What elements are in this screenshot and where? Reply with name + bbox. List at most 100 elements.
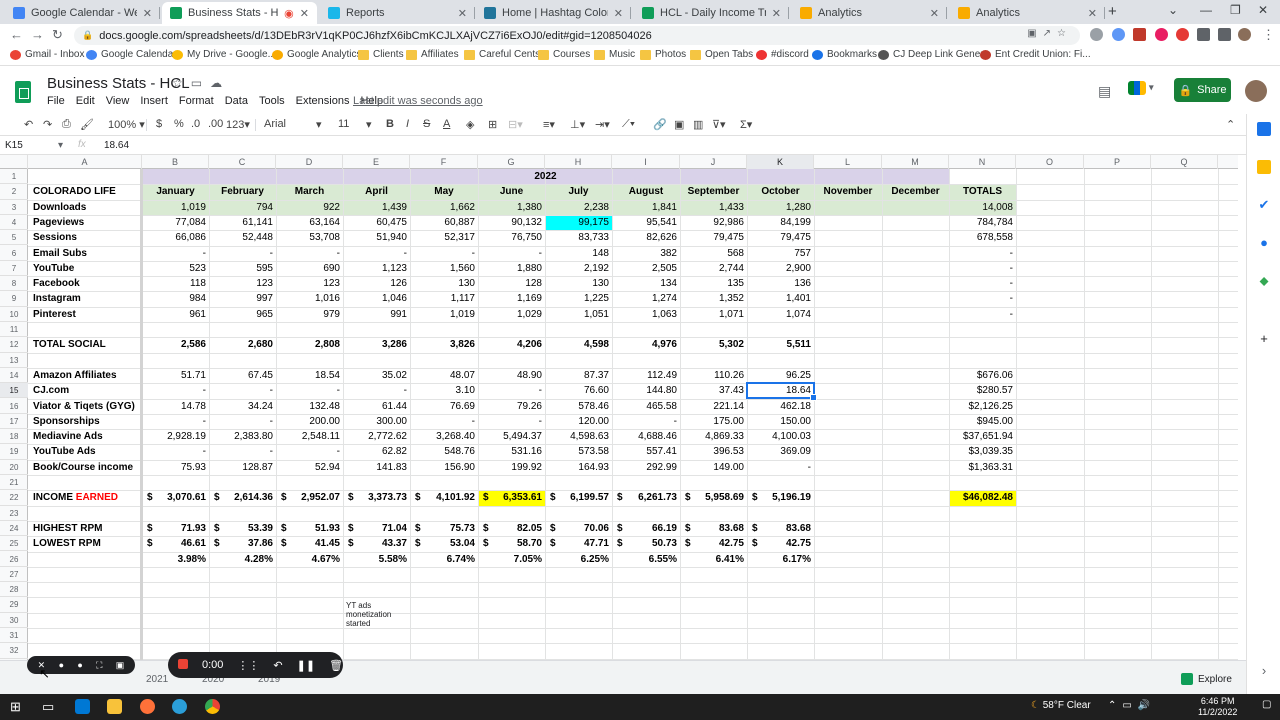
data-cell[interactable]: 4,206 bbox=[478, 337, 545, 352]
grid-icon[interactable]: ⋮⋮ bbox=[237, 659, 259, 672]
data-cell[interactable]: 4,100.03 bbox=[747, 429, 814, 444]
browser-tab[interactable]: Reports ✕ bbox=[320, 2, 475, 24]
functions-icon[interactable]: Σ▾ bbox=[740, 118, 752, 131]
print-icon[interactable]: ⎙ bbox=[62, 118, 71, 131]
text-wrapping-icon[interactable]: ⇥▾ bbox=[595, 118, 610, 131]
firefox-icon[interactable] bbox=[140, 699, 155, 714]
month-header[interactable]: May bbox=[410, 184, 478, 199]
data-cell[interactable]: 997 bbox=[209, 291, 276, 306]
month-header[interactable]: August bbox=[612, 184, 680, 199]
data-cell[interactable]: 4,598 bbox=[545, 337, 612, 352]
decrease-decimal-button[interactable]: .0 bbox=[191, 118, 200, 130]
data-cell[interactable]: 61,141 bbox=[209, 215, 276, 230]
data-cell[interactable]: 4.28% bbox=[209, 552, 276, 567]
data-cell[interactable]: $51.93 bbox=[276, 521, 343, 536]
row-label[interactable]: YouTube Ads bbox=[30, 444, 99, 459]
column-header[interactable]: B bbox=[142, 155, 209, 169]
data-cell[interactable]: 52.94 bbox=[276, 460, 343, 475]
menu-view[interactable]: View bbox=[106, 95, 130, 107]
data-cell[interactable]: 52,448 bbox=[209, 230, 276, 245]
row-label[interactable]: HIGHEST RPM bbox=[30, 521, 105, 536]
data-cell[interactable]: - bbox=[410, 246, 478, 261]
data-cell[interactable]: 2,680 bbox=[209, 337, 276, 352]
text-rotation-icon[interactable]: ⟋▾ bbox=[622, 118, 635, 131]
data-cell[interactable]: 965 bbox=[209, 307, 276, 322]
year-header[interactable]: 2022 bbox=[142, 169, 949, 184]
strikethrough-button[interactable]: S bbox=[423, 118, 430, 130]
data-cell[interactable]: - bbox=[478, 383, 545, 398]
data-cell[interactable]: 1,071 bbox=[680, 307, 747, 322]
chrome-icon[interactable] bbox=[205, 699, 220, 714]
profile-avatar[interactable] bbox=[1238, 28, 1251, 41]
data-cell[interactable]: - bbox=[276, 246, 343, 261]
row-header[interactable]: 3 bbox=[0, 200, 28, 215]
collapse-toolbar-icon[interactable]: ⌃ bbox=[1226, 118, 1235, 131]
data-cell[interactable]: 382 bbox=[612, 246, 680, 261]
data-cell[interactable]: $6,261.73 bbox=[612, 490, 680, 505]
data-cell[interactable]: - bbox=[343, 383, 410, 398]
extension-icon[interactable] bbox=[1133, 28, 1146, 41]
data-cell[interactable]: $42.75 bbox=[747, 536, 814, 551]
font-dropdown-icon[interactable]: ▾ bbox=[316, 118, 322, 131]
bookmark-item[interactable]: CJ Deep Link Gener... bbox=[878, 49, 991, 60]
data-cell[interactable]: $82.05 bbox=[478, 521, 545, 536]
row-label[interactable]: Viator & Tiqets (GYG) bbox=[30, 399, 138, 414]
data-cell[interactable]: 60,475 bbox=[343, 215, 410, 230]
data-cell[interactable]: 34.24 bbox=[209, 399, 276, 414]
fullscreen-icon[interactable]: ⛶ bbox=[96, 660, 102, 671]
windows-start-icon[interactable]: ⊞ bbox=[10, 699, 21, 715]
system-tray[interactable]: ⌃▭🔊 bbox=[1108, 700, 1156, 711]
trash-icon[interactable]: 🗑 bbox=[329, 659, 343, 672]
row-header[interactable]: 6 bbox=[0, 246, 28, 261]
sidebar-icon[interactable] bbox=[1218, 28, 1231, 41]
insert-link-icon[interactable]: 🔗 bbox=[653, 118, 667, 131]
keep-icon[interactable] bbox=[1257, 160, 1271, 174]
row-label[interactable]: Email Subs bbox=[30, 246, 90, 261]
data-cell[interactable]: $75.73 bbox=[410, 521, 478, 536]
data-cell[interactable]: 76.60 bbox=[545, 383, 612, 398]
data-cell[interactable]: 6.74% bbox=[410, 552, 478, 567]
filter-icon[interactable]: ⊽▾ bbox=[712, 118, 726, 131]
data-cell[interactable]: - bbox=[949, 261, 1016, 276]
data-cell[interactable]: 1,662 bbox=[410, 200, 478, 215]
data-cell[interactable]: 7.05% bbox=[478, 552, 545, 567]
data-cell[interactable]: 51.71 bbox=[142, 368, 209, 383]
row-header[interactable]: 23 bbox=[0, 506, 28, 521]
row-label[interactable]: Instagram bbox=[30, 291, 84, 306]
data-cell[interactable]: $945.00 bbox=[949, 414, 1016, 429]
data-cell[interactable]: 2,192 bbox=[545, 261, 612, 276]
explore-button[interactable]: Explore bbox=[1181, 673, 1232, 685]
data-cell[interactable]: 61.44 bbox=[343, 399, 410, 414]
data-cell[interactable]: 18.54 bbox=[276, 368, 343, 383]
task-view-icon[interactable]: ▭ bbox=[42, 699, 54, 715]
data-cell[interactable]: 1,433 bbox=[680, 200, 747, 215]
browser-tab[interactable]: Analytics ✕ bbox=[950, 2, 1105, 24]
data-cell[interactable]: 2,744 bbox=[680, 261, 747, 276]
data-cell[interactable]: 690 bbox=[276, 261, 343, 276]
comment-history-icon[interactable]: ▤ bbox=[1098, 83, 1111, 100]
name-box[interactable]: K15 bbox=[5, 140, 62, 151]
back-icon[interactable]: ← bbox=[10, 27, 23, 42]
row-header[interactable]: 17 bbox=[0, 414, 28, 430]
bookmark-item[interactable]: Courses bbox=[538, 49, 590, 60]
row-label[interactable]: LOWEST RPM bbox=[30, 536, 104, 551]
data-cell[interactable]: $37.86 bbox=[209, 536, 276, 551]
close-window-icon[interactable]: ✕ bbox=[1258, 3, 1268, 17]
data-cell[interactable]: 1,280 bbox=[747, 200, 814, 215]
data-cell[interactable]: - bbox=[142, 414, 209, 429]
data-cell[interactable]: $66.19 bbox=[612, 521, 680, 536]
data-cell[interactable]: 2,383.80 bbox=[209, 429, 276, 444]
data-cell[interactable]: 1,074 bbox=[747, 307, 814, 322]
row-label[interactable]: Pinterest bbox=[30, 307, 79, 322]
browser-tab[interactable]: Google Calendar - Week of Octo ✕ bbox=[5, 2, 160, 24]
expand-panel-icon[interactable]: › bbox=[1257, 664, 1271, 678]
data-cell[interactable]: 1,352 bbox=[680, 291, 747, 306]
data-cell[interactable]: 52,317 bbox=[410, 230, 478, 245]
borders-icon[interactable]: ⊞ bbox=[488, 118, 497, 131]
cell-area[interactable]: 2022 January February March April May June July… bbox=[0, 169, 1238, 660]
fill-color-icon[interactable]: ◈ bbox=[466, 118, 474, 131]
cell-note[interactable]: YT ads monetization started bbox=[346, 601, 406, 628]
column-header[interactable]: O bbox=[1016, 155, 1084, 169]
data-cell[interactable]: - bbox=[209, 246, 276, 261]
data-cell[interactable]: $53.04 bbox=[410, 536, 478, 551]
